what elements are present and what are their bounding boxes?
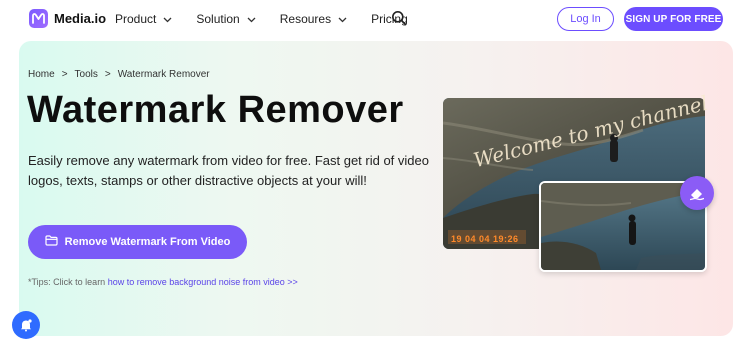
signup-button[interactable]: SIGN UP FOR FREE <box>624 7 723 31</box>
login-button[interactable]: Log In <box>557 7 614 31</box>
chevron-down-icon <box>163 12 172 26</box>
menu-product[interactable]: Product <box>115 12 172 26</box>
chevron-down-icon <box>338 12 347 26</box>
bell-icon <box>21 319 32 332</box>
search-icon <box>392 11 407 26</box>
logo-icon <box>29 9 48 28</box>
notification-bell-button[interactable] <box>12 311 40 339</box>
breadcrumb-separator: > <box>104 69 111 80</box>
brand-name: Media.io <box>54 11 107 26</box>
menu-label: Resoures <box>279 12 332 26</box>
page-title: Watermark Remover <box>27 89 404 131</box>
remove-watermark-button[interactable]: Remove Watermark From Video <box>28 225 247 259</box>
hero-description: Easily remove any watermark from video f… <box>28 153 429 188</box>
menu-resources[interactable]: Resoures <box>280 12 347 26</box>
breadcrumb-home[interactable]: Home <box>28 69 55 80</box>
tips-prefix: *Tips: Click to learn <box>28 277 108 287</box>
main-menu: Product Solution Resoures Pricing <box>115 0 432 38</box>
timestamp-text: 19 04 04 19:26 <box>451 234 519 244</box>
menu-solution[interactable]: Solution <box>196 12 256 26</box>
tips-text: *Tips: Click to learn how to remove back… <box>28 277 298 287</box>
top-nav: Media.io Product Solution Resoures Prici… <box>0 0 750 38</box>
hero-section: Home > Tools > Watermark Remover Waterma… <box>19 41 733 336</box>
search-button[interactable] <box>391 10 407 31</box>
brand-logo[interactable]: Media.io <box>29 9 106 28</box>
breadcrumb-separator: > <box>61 69 68 80</box>
tips-link[interactable]: how to remove background noise from vide… <box>108 277 298 287</box>
menu-label: Solution <box>196 12 240 26</box>
menu-label: Product <box>115 12 157 26</box>
breadcrumb: Home > Tools > Watermark Remover <box>28 69 217 80</box>
folder-icon <box>45 235 58 249</box>
eraser-icon <box>680 176 714 210</box>
breadcrumb-current: Watermark Remover <box>117 69 210 80</box>
chevron-down-icon <box>247 12 256 26</box>
breadcrumb-tools[interactable]: Tools <box>75 69 98 80</box>
cta-label: Remove Watermark From Video <box>64 236 231 248</box>
